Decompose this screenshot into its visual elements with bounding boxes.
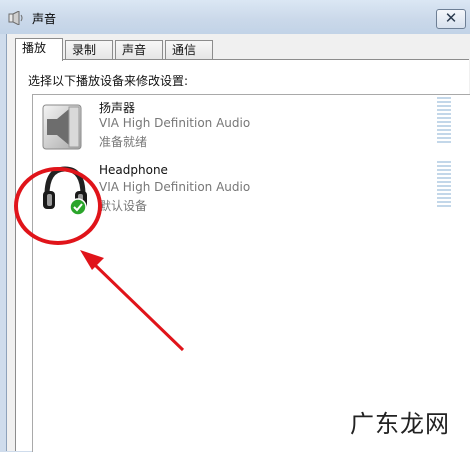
window-title: 声音 bbox=[32, 12, 57, 26]
close-button[interactable]: ✕ bbox=[436, 9, 466, 29]
instruction-text: 选择以下播放设备来修改设置: bbox=[28, 74, 189, 88]
device-status: 默认设备 bbox=[99, 199, 148, 213]
device-driver: VIA High Definition Audio bbox=[99, 116, 251, 130]
device-driver: VIA High Definition Audio bbox=[99, 180, 251, 194]
speaker-app-icon bbox=[8, 11, 23, 25]
device-item-speaker[interactable]: 扬声器 VIA High Definition Audio 准备就绪 bbox=[33, 95, 470, 157]
playback-device-list[interactable]: 扬声器 VIA High Definition Audio 准备就绪 Headp… bbox=[32, 94, 470, 452]
title-bar: 声音 ✕ bbox=[0, 0, 470, 34]
default-check-icon bbox=[69, 198, 87, 216]
device-item-headphone[interactable]: Headphone VIA High Definition Audio 默认设备 bbox=[33, 159, 470, 221]
tab-playback[interactable]: 播放 bbox=[15, 38, 63, 61]
device-name: Headphone bbox=[99, 163, 168, 177]
speaker-icon bbox=[42, 104, 82, 150]
tab-communications[interactable]: 通信 bbox=[165, 40, 213, 60]
dialog-body: 播放 录制 声音 通信 选择以下播放设备来修改设置: 扬声器 VIA High … bbox=[6, 34, 470, 452]
tab-sounds[interactable]: 声音 bbox=[115, 40, 163, 60]
device-name: 扬声器 bbox=[99, 101, 136, 115]
level-meter bbox=[437, 161, 453, 209]
device-status: 准备就绪 bbox=[99, 135, 148, 149]
tab-recording[interactable]: 录制 bbox=[65, 40, 113, 60]
level-meter bbox=[437, 97, 453, 145]
playback-panel: 选择以下播放设备来修改设置: 扬声器 VIA High Definition A… bbox=[15, 59, 470, 452]
watermark-text: 广东龙网 bbox=[350, 410, 450, 438]
